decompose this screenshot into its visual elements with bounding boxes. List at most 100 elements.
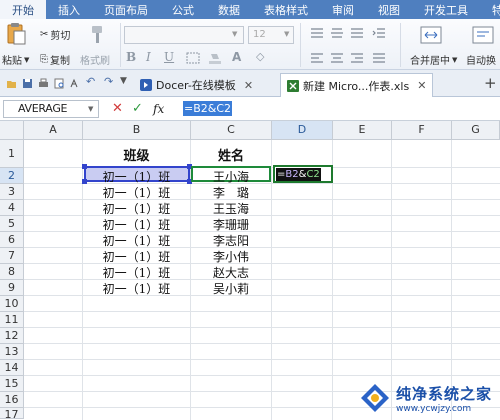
row-header[interactable]: 1 <box>0 140 24 168</box>
cell-b3[interactable]: 初一（1）班 <box>83 184 190 201</box>
row-header[interactable]: 7 <box>0 248 24 264</box>
confirm-formula-button[interactable]: ✓ <box>132 101 143 117</box>
cell-c7[interactable]: 李小伟 <box>191 248 271 265</box>
clear-format-icon[interactable]: ◇ <box>256 50 264 63</box>
menu-table-style[interactable]: 表格样式 <box>252 0 320 19</box>
font-color-icon[interactable]: A <box>232 50 241 64</box>
align-top-icon[interactable] <box>310 27 324 39</box>
align-center-icon[interactable] <box>330 52 344 64</box>
paste-dropdown-icon[interactable]: ▼ <box>24 56 29 64</box>
bold-icon[interactable]: B <box>126 50 136 64</box>
row-header[interactable]: 14 <box>0 360 24 376</box>
row-header[interactable]: 4 <box>0 200 24 216</box>
cell-b7[interactable]: 初一（1）班 <box>83 248 190 265</box>
add-tab-button[interactable]: + <box>484 74 497 92</box>
cell-c1[interactable]: 姓名 <box>191 145 271 164</box>
redo-icon[interactable]: ↷ <box>104 75 115 88</box>
close-icon[interactable]: ✕ <box>244 79 253 92</box>
border-icon[interactable] <box>186 52 200 64</box>
align-left-icon[interactable] <box>310 52 324 64</box>
spellcheck-icon[interactable] <box>70 78 81 89</box>
cut-button[interactable]: ✂ 剪切 <box>40 27 70 42</box>
menu-view[interactable]: 视图 <box>366 0 412 19</box>
menu-special[interactable]: 特色 <box>480 0 500 19</box>
indent-icon[interactable] <box>372 27 386 39</box>
align-middle-icon[interactable] <box>330 27 344 39</box>
row-header[interactable]: 3 <box>0 184 24 200</box>
row-header[interactable]: 8 <box>0 264 24 280</box>
quick-access-dropdown-icon[interactable]: ▼ <box>120 76 131 87</box>
font-dropdown-icon[interactable]: ▼ <box>232 30 237 38</box>
cancel-formula-button[interactable]: ✕ <box>112 101 123 117</box>
wrap-text-icon[interactable] <box>472 25 494 45</box>
select-all-corner[interactable] <box>0 121 24 140</box>
name-box-dropdown-icon[interactable]: ▼ <box>88 105 93 113</box>
cell-c9[interactable]: 吴小莉 <box>191 280 271 297</box>
menu-data[interactable]: 数据 <box>206 0 252 19</box>
cell-b2[interactable]: 初一（1）班 <box>83 168 190 185</box>
column-header-d[interactable]: D <box>272 121 333 140</box>
wrap-text-button[interactable]: 自动换 <box>466 52 496 67</box>
row-header[interactable]: 9 <box>0 280 24 296</box>
insert-function-button[interactable]: fx <box>153 101 164 117</box>
paste-button[interactable]: 粘贴 ▼ <box>2 52 29 68</box>
cell-b8[interactable]: 初一（1）班 <box>83 264 190 281</box>
row-header[interactable]: 5 <box>0 216 24 232</box>
italic-icon[interactable]: I <box>146 50 151 64</box>
cell-c6[interactable]: 李志阳 <box>191 232 271 249</box>
cell-b9[interactable]: 初一（1）班 <box>83 280 190 297</box>
column-header-a[interactable]: A <box>24 121 83 140</box>
merge-center-button[interactable]: 合并居中 ▼ <box>410 52 457 68</box>
cell-c4[interactable]: 王玉海 <box>191 200 271 217</box>
column-header-b[interactable]: B <box>83 121 191 140</box>
cell-b5[interactable]: 初一（1）班 <box>83 216 190 233</box>
underline-icon[interactable]: U <box>164 50 174 64</box>
row-header[interactable]: 6 <box>0 232 24 248</box>
row-header[interactable]: 10 <box>0 296 24 312</box>
row-header[interactable]: 12 <box>0 328 24 344</box>
undo-icon[interactable]: ↶ <box>86 75 97 88</box>
font-size-dropdown-icon[interactable]: ▼ <box>284 30 289 38</box>
menu-formulas[interactable]: 公式 <box>160 0 206 19</box>
tab-spreadsheet[interactable]: 新建 Micro...作表.xls ✕ <box>280 73 434 97</box>
open-folder-icon[interactable] <box>6 78 17 89</box>
merge-center-icon[interactable] <box>420 25 442 45</box>
format-painter-button[interactable]: 格式刷 <box>80 52 110 67</box>
name-box[interactable]: AVERAGE <box>3 100 99 118</box>
cell-c8[interactable]: 赵大志 <box>191 264 271 281</box>
copy-button[interactable]: ⎘ 复制 <box>40 52 70 67</box>
menu-review[interactable]: 审阅 <box>320 0 366 19</box>
paste-icon[interactable] <box>6 22 26 46</box>
fill-color-icon[interactable] <box>208 52 222 64</box>
menu-insert[interactable]: 插入 <box>46 0 92 19</box>
print-icon[interactable] <box>38 78 49 89</box>
column-header-f[interactable]: F <box>392 121 452 140</box>
merge-dropdown-icon[interactable]: ▼ <box>452 56 457 64</box>
cell-b6[interactable]: 初一（1）班 <box>83 232 190 249</box>
justify-icon[interactable] <box>372 52 386 64</box>
row-header[interactable]: 16 <box>0 392 24 408</box>
font-name-input[interactable] <box>124 26 244 44</box>
row-header[interactable]: 13 <box>0 344 24 360</box>
menu-home[interactable]: 开始 <box>0 0 46 19</box>
column-header-c[interactable]: C <box>191 121 272 140</box>
align-bottom-icon[interactable] <box>350 27 364 39</box>
close-icon[interactable]: ✕ <box>417 79 426 92</box>
cell-c5[interactable]: 李珊珊 <box>191 216 271 233</box>
menu-page-layout[interactable]: 页面布局 <box>92 0 160 19</box>
align-right-icon[interactable] <box>350 52 364 64</box>
menu-developer[interactable]: 开发工具 <box>412 0 480 19</box>
row-header[interactable]: 2 <box>0 168 24 184</box>
row-header[interactable]: 11 <box>0 312 24 328</box>
cell-c2[interactable]: 王小海 <box>191 168 271 185</box>
cell-b4[interactable]: 初一（1）班 <box>83 200 190 217</box>
row-header[interactable]: 15 <box>0 376 24 392</box>
cell-c3[interactable]: 李 璐 <box>191 184 271 201</box>
print-preview-icon[interactable] <box>54 78 65 89</box>
cell-b1[interactable]: 班级 <box>83 145 190 164</box>
tab-docer-templates[interactable]: Docer-在线模板 ✕ <box>134 73 259 97</box>
column-header-g[interactable]: G <box>452 121 500 140</box>
column-header-e[interactable]: E <box>333 121 392 140</box>
row-header[interactable]: 17 <box>0 408 24 419</box>
save-icon[interactable] <box>22 78 33 89</box>
